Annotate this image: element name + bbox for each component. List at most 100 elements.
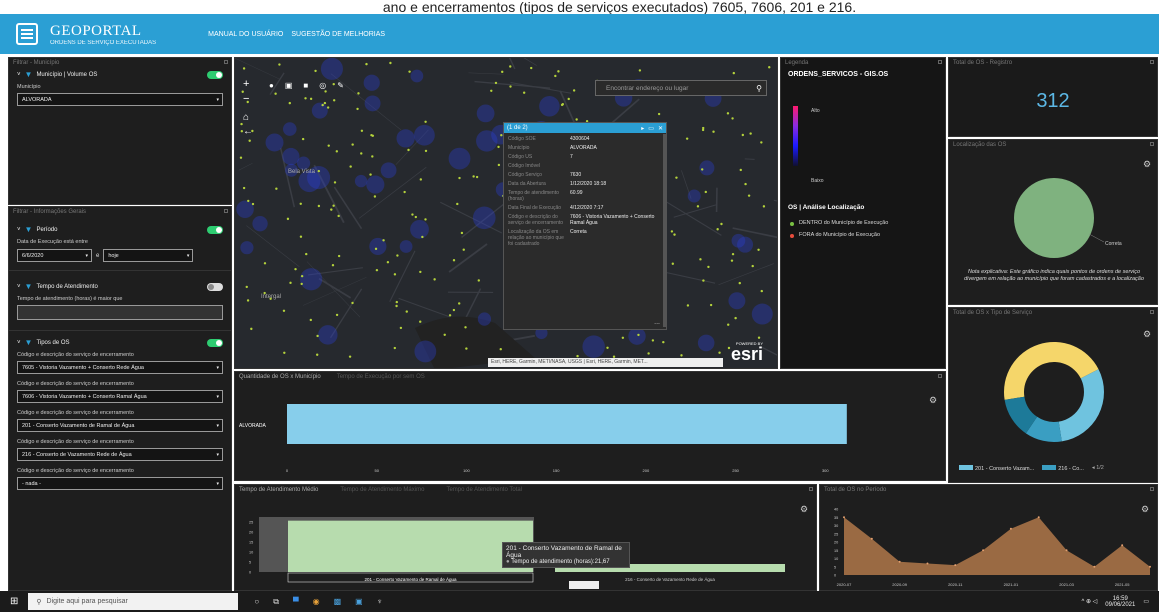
os-point[interactable] [414,215,418,219]
os-point[interactable] [299,235,303,238]
suggestion-link[interactable]: SUGESTÃO DE MELHORIAS [291,31,385,38]
os-point[interactable] [242,67,246,70]
os-point[interactable] [335,150,339,153]
os-point[interactable] [490,89,493,92]
os-point[interactable] [560,103,564,107]
next-icon[interactable]: ▸ [641,125,644,132]
os-point[interactable] [275,187,278,190]
os-point[interactable] [274,92,277,95]
tab-quantidade[interactable]: Quantidade de OS x Município [239,374,321,380]
os-point[interactable] [522,91,526,94]
os-point[interactable] [572,89,576,92]
os-point[interactable] [351,301,354,305]
donut-slice[interactable] [1058,369,1104,442]
outlook-icon[interactable]: ▣ [355,597,363,607]
os-point[interactable] [288,101,291,105]
explorer-icon[interactable]: ▀ [293,597,299,607]
periodo-toggle[interactable] [207,225,223,234]
os-point[interactable] [662,340,665,344]
os-point[interactable] [337,254,341,258]
os-point[interactable] [699,258,702,261]
os-point[interactable] [360,129,364,133]
windows-start-icon[interactable]: ⊞ [10,596,18,607]
os-point[interactable] [300,282,303,286]
legend-item[interactable]: 201 - Conserto Vazam... [959,465,1034,472]
tray-icons[interactable]: ^ ⊕ ◁ [1082,598,1098,605]
tipos-toggle[interactable] [207,338,223,347]
os-point[interactable] [460,231,464,235]
os-point[interactable] [726,112,730,115]
os-point[interactable] [289,281,292,285]
os-point[interactable] [331,264,335,267]
os-point[interactable] [670,230,674,233]
os-point[interactable] [317,204,321,208]
os-point[interactable] [696,205,700,208]
data-point[interactable] [898,560,901,563]
map-panel[interactable]: + − ⌂ ← ● ▣ ■ ◎ ✎ Encontrar endereço ou lu… [234,57,778,369]
os-point[interactable] [701,128,705,132]
os-point[interactable] [499,348,502,351]
os-point[interactable] [472,175,475,178]
os-point[interactable] [424,218,427,221]
os-point[interactable] [651,339,655,342]
os-point[interactable] [403,190,406,194]
os-point[interactable] [348,355,352,358]
os-point[interactable] [324,90,327,93]
os-point[interactable] [497,145,500,149]
settings-gear-icon[interactable]: ⚙ [1143,160,1151,169]
clock[interactable]: 16:59 09/06/2021 [1105,596,1135,608]
app-icon[interactable]: ♆ [377,597,383,607]
data-point[interactable] [1093,565,1096,568]
data-point[interactable] [954,564,957,567]
os-point[interactable] [317,169,321,173]
os-point[interactable] [575,118,578,121]
search-icon[interactable]: ⚲ [756,84,762,93]
tempo-toggle[interactable] [207,282,223,291]
os-point[interactable] [647,352,650,355]
os-point[interactable] [760,141,763,144]
os-point[interactable] [557,70,560,73]
os-point[interactable] [680,354,683,357]
os-point[interactable] [621,336,625,339]
os-point[interactable] [351,143,354,146]
os-point[interactable] [305,252,308,256]
os-point[interactable] [457,302,461,305]
os-point[interactable] [704,190,707,194]
data-point[interactable] [870,537,873,540]
os-point[interactable] [462,248,465,251]
os-point[interactable] [760,289,763,293]
os-point[interactable] [371,155,374,158]
os-point[interactable] [356,107,359,111]
os-point[interactable] [357,92,360,95]
os-point[interactable] [671,262,675,265]
date-to-input[interactable]: hoje ▾ [103,249,194,262]
os-point[interactable] [332,99,336,102]
data-point[interactable] [982,549,985,552]
os-point[interactable] [443,333,446,336]
os-point[interactable] [497,163,501,167]
legend-pager[interactable]: ◂ 1/2 [1092,465,1104,472]
close-icon[interactable]: ✕ [658,125,663,132]
tipo-select[interactable]: - nada - ▾ [17,477,223,490]
tab-tempo-maximo[interactable]: Tempo de Atendimento Máximo [340,487,424,493]
os-point[interactable] [375,268,379,272]
os-point[interactable] [373,195,377,198]
bar-alvorada[interactable] [287,404,847,444]
os-point[interactable] [326,106,330,109]
os-point[interactable] [408,70,411,73]
os-point[interactable] [709,303,713,307]
print-icon[interactable]: ▣ [285,81,293,90]
os-point[interactable] [465,347,468,350]
os-point[interactable] [718,351,721,354]
os-point[interactable] [374,247,378,251]
os-point[interactable] [315,353,319,356]
os-point[interactable] [424,120,427,124]
os-point[interactable] [304,97,307,100]
os-point[interactable] [637,333,640,337]
os-point[interactable] [300,274,304,278]
data-point[interactable] [1037,516,1040,519]
os-point[interactable] [458,176,461,180]
manual-link[interactable]: MANUAL DO USUÁRIO [208,31,283,38]
os-point[interactable] [369,173,372,176]
os-point[interactable] [335,313,339,317]
